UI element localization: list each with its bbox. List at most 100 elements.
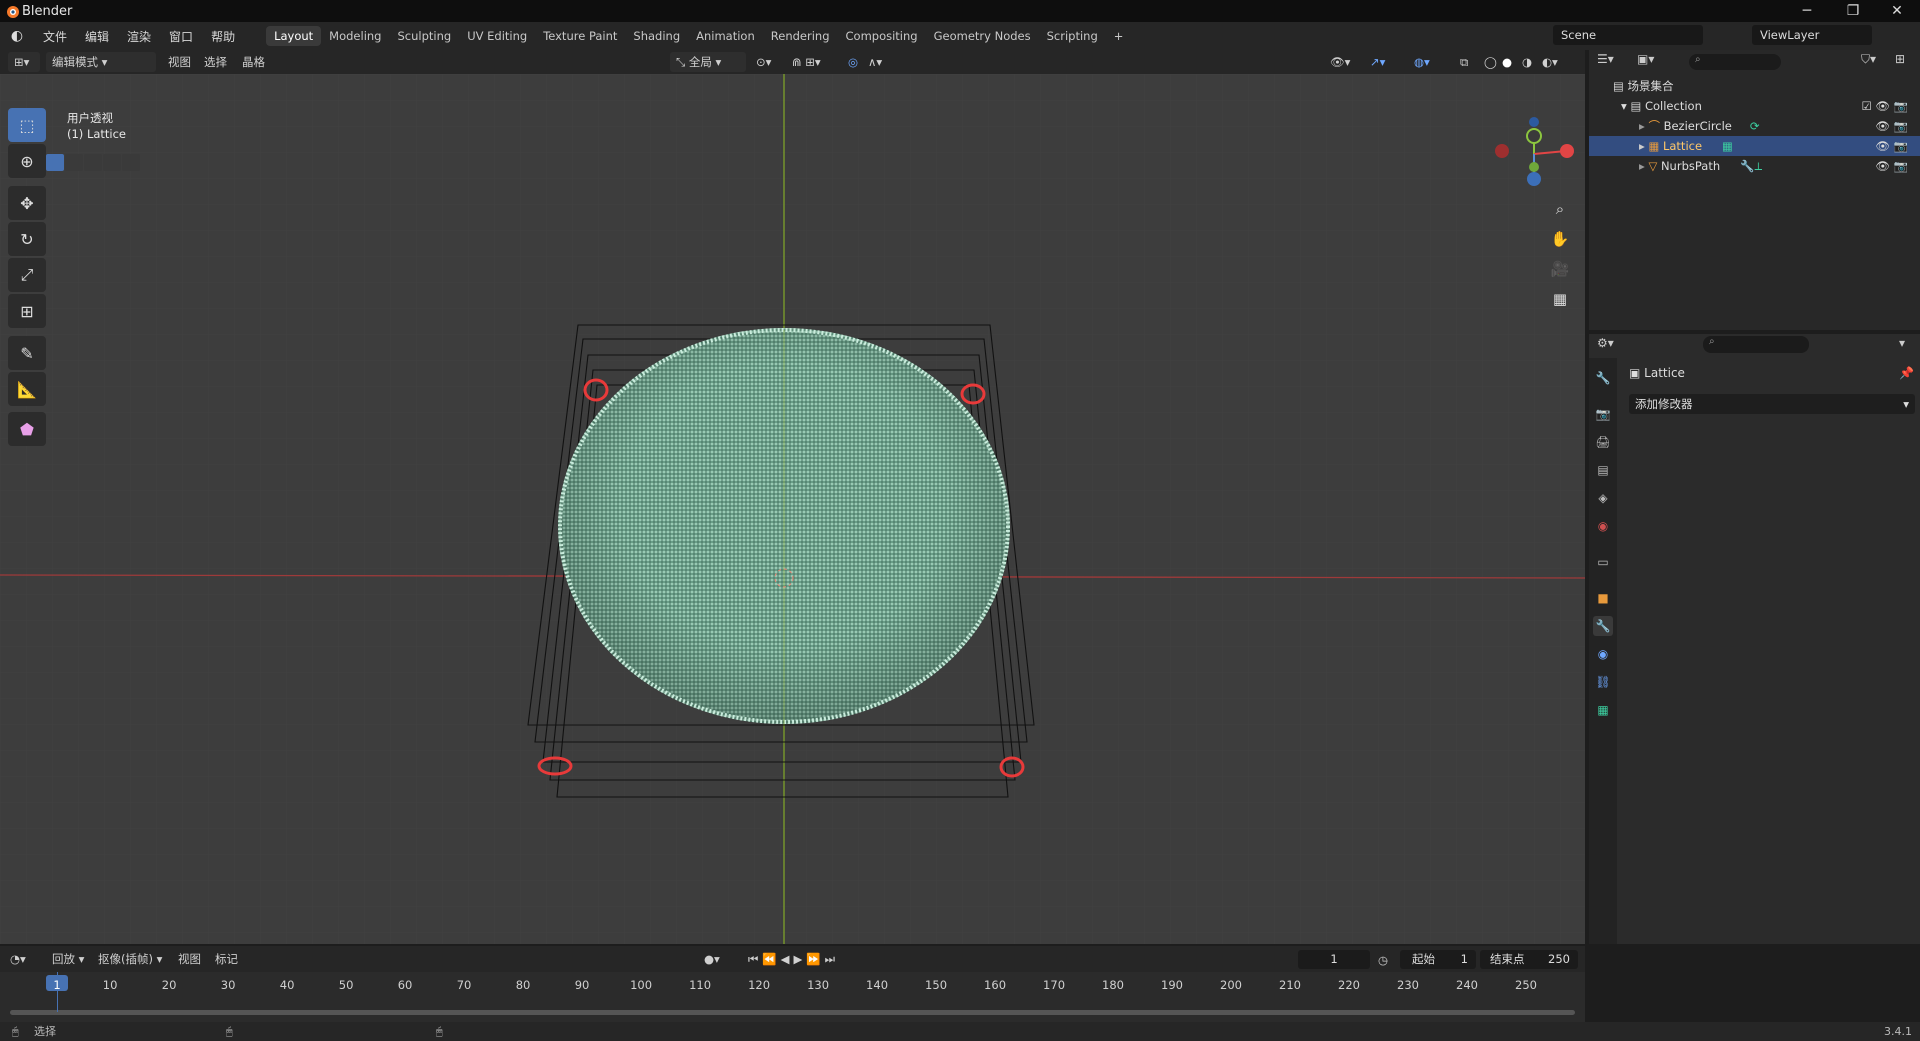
view-layer-selector[interactable]: ViewLayer (1752, 25, 1872, 45)
outliner-filter-view-icon[interactable]: ▣▾ (1637, 52, 1654, 66)
expand-arrow-icon[interactable]: ▸ (1639, 139, 1645, 153)
record-icon[interactable]: ●▾ (704, 949, 720, 969)
menu-playback[interactable]: 回放 ▾ (52, 949, 84, 969)
expand-arrow-icon[interactable]: ▾ (1621, 99, 1627, 113)
tab-uv-editing[interactable]: UV Editing (459, 26, 535, 46)
menu-timeline-view[interactable]: 视图 (178, 949, 201, 969)
menu-lattice[interactable]: 晶格 (242, 52, 265, 72)
outliner-display-mode-icon[interactable]: ☰▾ (1597, 52, 1614, 66)
world-tab-icon[interactable]: ◉ (1593, 516, 1613, 536)
tool-tab-icon[interactable]: 🔧 (1593, 368, 1613, 388)
snap-icon[interactable]: ⋒ ⊞▾ (792, 52, 821, 72)
gizmo-icon[interactable]: ↗▾ (1370, 52, 1385, 72)
outliner-collection[interactable]: ▾ ▤ Collection ☑ 👁 📷 (1589, 96, 1920, 116)
add-cube-icon[interactable]: ⬟ (8, 412, 46, 446)
select-invert-button[interactable] (103, 154, 121, 171)
expand-arrow-icon[interactable]: ▸ (1639, 119, 1645, 133)
render-tab-icon[interactable]: 📷 (1593, 404, 1613, 424)
menu-keying[interactable]: 抠像(插帧) ▾ (98, 949, 162, 969)
visibility-controls[interactable]: 👁 📷 (1875, 156, 1908, 176)
close-button[interactable]: ✕ (1874, 0, 1920, 22)
maximize-button[interactable]: ❐ (1830, 0, 1876, 22)
physics-tab-icon[interactable]: ◉ (1593, 644, 1613, 664)
options-chevron-icon[interactable]: ▾ (1899, 336, 1905, 350)
move-icon[interactable]: ✥ (8, 186, 46, 220)
minimize-button[interactable]: ─ (1784, 0, 1830, 22)
tab-animation[interactable]: Animation (688, 26, 763, 46)
tab-scripting[interactable]: Scripting (1039, 26, 1106, 46)
current-frame-field[interactable]: 1 (1298, 950, 1370, 969)
material-shading-icon[interactable]: ◑ (1522, 52, 1532, 72)
outliner-item-beziercircle[interactable]: ▸ ⌒ BezierCircle ⟳ 👁 📷 (1589, 116, 1920, 136)
cursor-icon[interactable]: ⊕ (8, 144, 46, 178)
menu-edit[interactable]: 编辑 (76, 28, 118, 45)
overlay-icon[interactable]: ◍▾ (1414, 52, 1430, 72)
rendered-shading-icon[interactable]: ◐▾ (1542, 52, 1558, 72)
outliner-item-lattice[interactable]: ▸ ▦ Lattice ▦ 👁 📷 (1589, 136, 1920, 156)
menu-view[interactable]: 视图 (168, 52, 191, 72)
view-layer-tab-icon[interactable]: ▤ (1593, 460, 1613, 480)
xray-icon[interactable]: ⧉ (1460, 52, 1468, 72)
annotate-icon[interactable]: ✎ (8, 336, 46, 370)
tab-rendering[interactable]: Rendering (763, 26, 838, 46)
falloff-icon[interactable]: ∧▾ (868, 52, 882, 72)
properties-search-input[interactable]: ⌕ (1703, 336, 1809, 353)
scene-selector[interactable]: Scene (1553, 25, 1703, 45)
tab-sculpting[interactable]: Sculpting (389, 26, 459, 46)
tab-shading[interactable]: Shading (625, 26, 688, 46)
tab-layout[interactable]: Layout (266, 26, 322, 46)
visibility-controls[interactable]: ☑ 👁 📷 (1861, 96, 1908, 116)
outliner-item-nurbspath[interactable]: ▸ ▽ NurbsPath 🔧⟂ 👁 📷 (1589, 156, 1920, 176)
wireframe-shading-icon[interactable]: ◯ (1484, 52, 1497, 72)
modifier-tab-icon[interactable]: 🔧 (1593, 616, 1613, 636)
add-workspace-button[interactable]: + (1106, 26, 1132, 46)
timeline-editor-type-icon[interactable]: ◔▾ (10, 949, 26, 969)
select-intersect-button[interactable] (122, 154, 140, 171)
scale-icon[interactable]: ⤢ (8, 258, 46, 292)
mode-dropdown[interactable]: 编辑模式 ▾ (46, 52, 156, 72)
perspective-toggle-icon[interactable]: ▦ (1547, 286, 1573, 312)
editor-type-button[interactable]: ⊞▾ (8, 52, 40, 72)
pin-icon[interactable]: 📌 (1899, 366, 1914, 380)
visibility-icon[interactable]: 👁▾ (1330, 52, 1350, 72)
rotate-icon[interactable]: ↻ (8, 222, 46, 256)
new-collection-icon[interactable]: ⊞ (1895, 52, 1905, 66)
end-frame-field[interactable]: 结束点 250 (1480, 950, 1578, 969)
tab-modeling[interactable]: Modeling (321, 26, 389, 46)
proportional-edit-icon[interactable]: ◎ (848, 52, 858, 72)
visibility-controls[interactable]: 👁 📷 (1875, 136, 1908, 156)
preview-range-icon[interactable]: ◷ (1378, 950, 1388, 970)
properties-editor-type-icon[interactable]: ⚙▾ (1597, 336, 1614, 350)
pivot-icon[interactable]: ⊙▾ (756, 52, 771, 72)
menu-window[interactable]: 窗口 (160, 28, 202, 45)
tab-texture-paint[interactable]: Texture Paint (535, 26, 625, 46)
select-subtract-button[interactable] (84, 154, 102, 171)
playback-controls[interactable]: ⏮⏪◀▶⏩⏭ (748, 949, 839, 969)
visibility-controls[interactable]: 👁 📷 (1875, 116, 1908, 136)
transform-icon[interactable]: ⊞ (8, 294, 46, 328)
menu-help[interactable]: 帮助 (202, 28, 244, 45)
menu-file[interactable]: 文件 (34, 28, 76, 45)
start-frame-field[interactable]: 起始 1 (1400, 950, 1476, 969)
pan-hand-icon[interactable]: ✋ (1547, 226, 1573, 252)
solid-shading-icon[interactable]: ● (1502, 52, 1512, 72)
expand-arrow-icon[interactable]: ▸ (1639, 159, 1645, 173)
timeline-scrollbar[interactable] (10, 1010, 1575, 1015)
menu-marker[interactable]: 标记 (215, 949, 238, 969)
measure-icon[interactable]: 📐 (8, 372, 46, 406)
filter-icon[interactable]: ⛉▾ (1861, 52, 1876, 67)
output-tab-icon[interactable]: 🖨 (1593, 432, 1613, 452)
outliner-scene-collection[interactable]: ▤ 场景集合 (1589, 76, 1920, 96)
menu-render[interactable]: 渲染 (118, 28, 160, 45)
object-tab-icon[interactable]: ■ (1593, 588, 1613, 608)
3d-viewport[interactable]: 用户透视 (1) Lattice ⌕ ✋ 🎥 ▦ (0, 74, 1585, 944)
zoom-icon[interactable]: ⌕ (1547, 196, 1573, 222)
tab-compositing[interactable]: Compositing (838, 26, 926, 46)
select-extend-button[interactable] (65, 154, 83, 171)
orientation-dropdown[interactable]: ⤡ 全局 ▾ (670, 52, 746, 72)
blender-menu-icon[interactable]: ◐ (0, 28, 34, 44)
tab-geometry-nodes[interactable]: Geometry Nodes (926, 26, 1039, 46)
outliner-search-input[interactable]: ⌕ (1689, 54, 1781, 70)
collection-tab-icon[interactable]: ▭ (1593, 552, 1613, 572)
add-modifier-dropdown[interactable]: 添加修改器 ▾ (1629, 394, 1915, 414)
